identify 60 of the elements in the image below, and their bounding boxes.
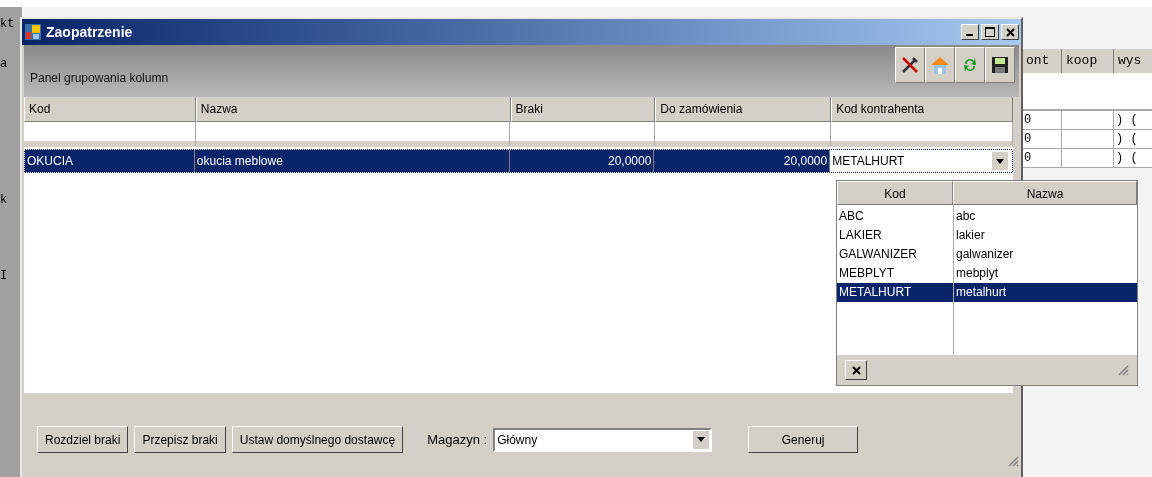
select-value: Główny — [496, 431, 539, 449]
grid-row[interactable]: OKUCIA okucia meblowe 20,0000 20,0000 METALHURT — [24, 149, 1013, 173]
group-panel-label: Panel grupowania kolumn — [30, 70, 169, 87]
list-item[interactable]: GALWANIZER galwanizer — [837, 245, 1137, 264]
warehouse-label: Magazyn : — [427, 430, 488, 449]
dropdown-button[interactable] — [992, 152, 1008, 170]
column-header[interactable]: Nazwa — [953, 181, 1137, 205]
item-code: MEBPLYT — [838, 265, 896, 282]
caret-icon — [996, 158, 1004, 164]
background-text: k — [0, 192, 9, 209]
column-header[interactable]: Nazwa — [195, 97, 511, 122]
background-text: I — [0, 268, 9, 285]
item-name: lakier — [953, 226, 985, 245]
item-code: METALHURT — [838, 284, 913, 301]
list-item[interactable]: ABC abc — [837, 207, 1137, 226]
close-button[interactable] — [1001, 24, 1019, 40]
table-cell: okucia meblowe — [194, 150, 510, 172]
app-icon — [24, 23, 42, 41]
house-icon — [929, 55, 951, 75]
caret-icon — [697, 437, 706, 442]
item-code: LAKIER — [838, 227, 883, 244]
action-button[interactable]: Ustaw domyślnego dostawcę — [231, 426, 404, 453]
table-cell: ) ( — [1114, 130, 1152, 148]
minimize-button[interactable] — [961, 24, 979, 40]
clear-button[interactable] — [845, 360, 867, 380]
toolbar-button[interactable] — [895, 47, 925, 83]
background-text: a — [0, 56, 9, 73]
tools-icon — [900, 55, 920, 75]
maximize-icon — [985, 27, 995, 37]
resize-grip-icon — [1117, 364, 1129, 376]
combo-box[interactable]: METALHURT — [830, 150, 1012, 172]
item-name: abc — [953, 207, 976, 226]
maximize-button[interactable] — [981, 24, 999, 40]
item-code: ABC — [838, 208, 865, 225]
combo-value: METALHURT — [831, 153, 906, 170]
background-text: kt — [0, 16, 16, 33]
column-header[interactable]: Kod kontrahenta — [831, 97, 1013, 122]
resize-grip-icon — [1007, 455, 1019, 467]
generate-button[interactable]: Generuj — [748, 426, 859, 453]
list-item[interactable]: LAKIER lakier — [837, 226, 1137, 245]
action-button[interactable]: Rozdziel braki — [37, 426, 129, 453]
action-button[interactable]: Przepisz braki — [134, 426, 226, 453]
column-header[interactable]: Braki — [510, 97, 656, 122]
table-cell: ) ( — [1114, 111, 1152, 129]
toolbar-button[interactable] — [985, 47, 1015, 83]
dropdown-button[interactable] — [693, 430, 710, 449]
table-cell: 20,0000 — [509, 150, 655, 172]
window-title: Zaopatrzenie — [46, 22, 133, 42]
table-cell: ) ( — [1114, 149, 1152, 167]
close-icon — [1005, 27, 1015, 37]
column-header[interactable]: Kod — [837, 181, 953, 205]
table-cell: OKUCIA — [25, 150, 195, 172]
column-header[interactable]: Do zamówienia — [655, 97, 832, 122]
close-icon — [851, 365, 861, 375]
warehouse-select[interactable]: Główny — [493, 427, 713, 452]
column-header[interactable]: Kod — [24, 97, 196, 122]
item-name: galwanizer — [953, 245, 1014, 264]
list-item[interactable]: METALHURT metalhurt — [837, 283, 1137, 302]
item-name: metalhurt — [953, 283, 1007, 302]
item-code: GALWANIZER — [838, 246, 918, 263]
